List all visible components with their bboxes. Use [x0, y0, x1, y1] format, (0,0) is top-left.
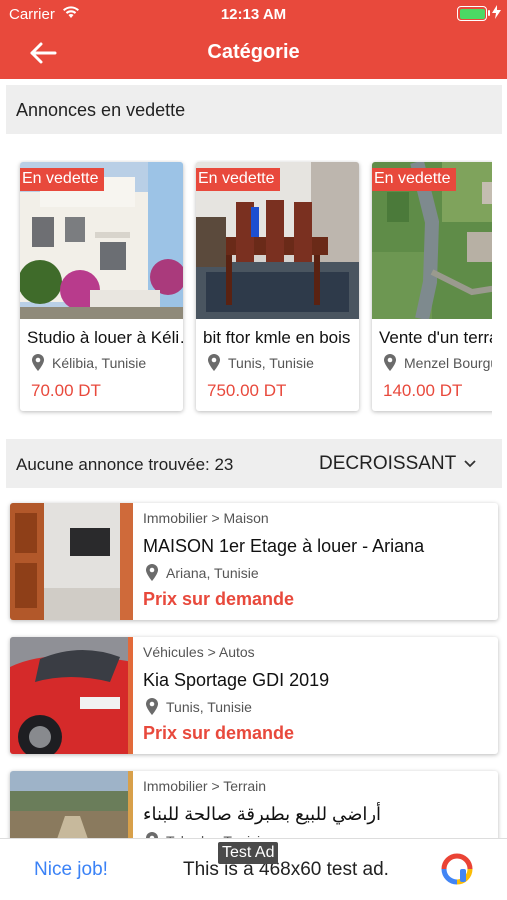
listing-price: Prix sur demande: [143, 589, 295, 609]
listing-category: Immobilier > Terrain: [143, 778, 267, 794]
location-pin-icon: [32, 354, 44, 371]
listing-image-red-car: [10, 637, 133, 754]
featured-price: 140.00 DT: [383, 381, 463, 400]
listing-location-text: Tunis, Tunisie: [166, 698, 252, 715]
featured-title: bit ftor kmle en bois: [203, 328, 351, 347]
location-pin-icon: [146, 564, 158, 581]
chevron-down-icon: [464, 460, 476, 468]
location-pin-icon: [146, 698, 158, 715]
charging-icon: [492, 5, 501, 23]
featured-card[interactable]: En vedette bit ftor kmle en bois Tunis, …: [196, 162, 359, 411]
status-time: 12:13 AM: [220, 6, 287, 23]
sort-order-dropdown[interactable]: DECROISSANT: [319, 450, 476, 478]
listing-card[interactable]: Immobilier > Maison MAISON 1er Etage à l…: [10, 503, 498, 620]
featured-badge: En vedette: [196, 168, 280, 191]
ad-choices-logo-icon[interactable]: [441, 853, 473, 890]
listing-location: Tunis, Tunisie: [146, 698, 252, 715]
back-button[interactable]: [28, 38, 60, 68]
ad-body-text: This is a 468x60 test ad.: [183, 859, 389, 880]
featured-location-text: Kélibia, Tunisie: [52, 354, 147, 371]
featured-price: 70.00 DT: [31, 381, 101, 400]
featured-location-text: Menzel Bourguiba: [404, 354, 492, 371]
listing-title: Kia Sportage GDI 2019: [143, 670, 330, 690]
page-title: Catégorie: [207, 41, 300, 63]
listing-image-interior: [10, 503, 133, 620]
listing-location-text: Ariana, Tunisie: [166, 564, 259, 581]
featured-card[interactable]: En vedette Studio à louer à Kélibia Kéli…: [20, 162, 183, 411]
test-ad-label: Test Ad: [218, 842, 279, 864]
navigation-bar: Catégorie: [0, 28, 507, 79]
ad-headline: Nice job!: [34, 859, 108, 880]
featured-title: Vente d'un terrain: [379, 328, 492, 347]
featured-location: Menzel Bourguiba: [384, 354, 492, 371]
featured-location-text: Tunis, Tunisie: [228, 354, 314, 371]
results-count: Aucune annonce trouvée: 23: [16, 455, 234, 474]
location-pin-icon: [208, 354, 220, 371]
listing-location: Ariana, Tunisie: [146, 564, 259, 581]
listing-title: أراضي للبيع بطبرقة صالحة للبناء: [143, 804, 382, 824]
sort-order-value: DECROISSANT: [319, 453, 457, 474]
featured-badge: En vedette: [20, 168, 104, 191]
battery-icon: [457, 6, 487, 21]
featured-carousel[interactable]: En vedette Studio à louer à Kélibia Kéli…: [0, 160, 492, 420]
featured-section-heading: Annonces en vedette: [6, 85, 502, 134]
featured-badge: En vedette: [372, 168, 456, 191]
listing-price: Prix sur demande: [143, 723, 295, 743]
results-bar: Aucune annonce trouvée: 23 DECROISSANT: [6, 439, 502, 488]
listing-card[interactable]: Véhicules > Autos Kia Sportage GDI 2019 …: [10, 637, 498, 754]
featured-location: Kélibia, Tunisie: [32, 354, 146, 371]
featured-card[interactable]: En vedette Vente d'un terrain Menzel Bou…: [372, 162, 492, 411]
arrow-left-icon: [30, 42, 57, 64]
listing-category: Véhicules > Autos: [143, 644, 255, 660]
featured-location: Tunis, Tunisie: [208, 354, 314, 371]
listing-category: Immobilier > Maison: [143, 510, 269, 526]
status-bar: Carrier 12:13 AM: [0, 0, 507, 28]
location-pin-icon: [384, 354, 396, 371]
featured-price: 750.00 DT: [207, 381, 287, 400]
listing-title: MAISON 1er Etage à louer - Ariana: [143, 536, 425, 556]
featured-title: Studio à louer à Kélibia: [27, 328, 183, 347]
